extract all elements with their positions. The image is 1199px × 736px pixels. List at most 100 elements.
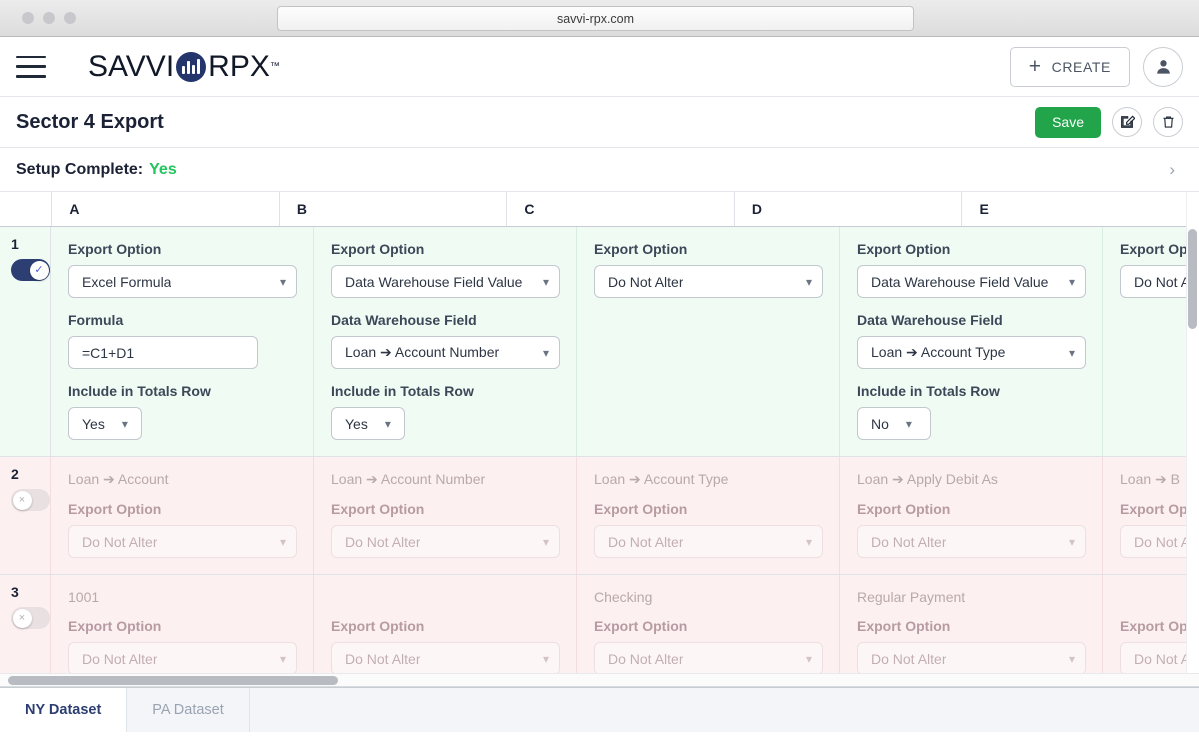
- export-option-label: Export Option: [68, 241, 162, 257]
- vertical-scrollbar-track[interactable]: [1186, 192, 1199, 686]
- account-avatar-button[interactable]: [1143, 46, 1183, 87]
- export-option-value: Do Not Alter: [608, 650, 684, 667]
- logo-text-rpx: RPX: [208, 49, 270, 83]
- export-option-select[interactable]: Data Warehouse Field Value ▾: [331, 265, 560, 298]
- tabs-filler: [250, 688, 1199, 732]
- close-icon: ×: [18, 611, 26, 624]
- row-header-3: 3 ×: [0, 575, 51, 686]
- export-option-select[interactable]: Do Not Alter ▾: [857, 525, 1086, 558]
- logo-trademark: ™: [269, 61, 280, 72]
- maximize-window-button[interactable]: [64, 12, 76, 24]
- address-bar[interactable]: savvi-rpx.com: [277, 6, 914, 31]
- chevron-down-icon: ▾: [542, 651, 549, 666]
- export-option-select[interactable]: Do Not Alter ▾: [68, 642, 297, 675]
- include-in-totals-select[interactable]: Yes ▾: [68, 407, 142, 440]
- chevron-down-icon: ▾: [805, 274, 812, 289]
- grid-cell[interactable]: Export OptionDo Not Alter▾: [314, 575, 577, 686]
- grid-cell[interactable]: Export OptionDo Not Alter▾: [1103, 575, 1199, 686]
- column-header-b[interactable]: B: [280, 192, 508, 226]
- page-title: Sector 4 Export: [16, 110, 164, 133]
- grid-cell[interactable]: Export OptionDo Not Alter▾: [1103, 227, 1199, 456]
- chevron-right-icon[interactable]: ›: [1169, 160, 1183, 180]
- grid-cell[interactable]: Loan ➔ BExport OptionDo Not Alter▾: [1103, 457, 1199, 574]
- include-in-totals-select[interactable]: Yes ▾: [331, 407, 405, 440]
- setup-status-bar: Setup Complete: Yes ›: [0, 148, 1199, 192]
- edit-button[interactable]: [1112, 107, 1142, 137]
- tab-pa-dataset[interactable]: PA Dataset: [127, 688, 250, 732]
- grid-cell[interactable]: Loan ➔ Apply Debit As Export Option Do Not…: [840, 457, 1103, 574]
- grid-cell[interactable]: Export Option Excel Formula ▾ Formula =C1+D1…: [51, 227, 314, 456]
- export-option-select[interactable]: Do Not Alter ▾: [331, 642, 560, 675]
- export-option-select[interactable]: Do Not Alter ▾: [594, 525, 823, 558]
- user-icon: [1156, 60, 1170, 74]
- chevron-down-icon: ▾: [1068, 345, 1075, 360]
- export-option-label: Export Option: [594, 501, 688, 517]
- horizontal-scrollbar-thumb[interactable]: [8, 676, 338, 685]
- tab-ny-dataset[interactable]: NY Dataset: [0, 688, 128, 732]
- export-option-select[interactable]: Excel Formula ▾: [68, 265, 297, 298]
- row-enable-toggle[interactable]: ×: [11, 607, 50, 629]
- app-header: SAVVI RPX ™ + CREATE: [0, 37, 1199, 97]
- plus-icon: +: [1028, 55, 1042, 78]
- header-actions: + CREATE: [1009, 46, 1183, 87]
- secondary-field-label: Data Warehouse Field: [331, 312, 477, 328]
- data-warehouse-field-select[interactable]: Loan ➔ Account Number ▾: [331, 336, 560, 369]
- browser-chrome: savvi-rpx.com: [0, 0, 1199, 37]
- row-number: 3: [11, 584, 19, 600]
- bar-chart-logo-icon: [176, 51, 207, 82]
- export-option-value: Do Not Alter: [82, 650, 158, 667]
- grid-cell[interactable]: Regular Payment Export Option Do Not Alter…: [840, 575, 1103, 686]
- include-in-totals-value: Yes: [345, 415, 368, 432]
- formula-input[interactable]: =C1+D1: [68, 336, 258, 369]
- grid-cell[interactable]: Export OptionDo Not Alter▾: [577, 227, 840, 456]
- close-window-button[interactable]: [22, 12, 34, 24]
- horizontal-scrollbar-track[interactable]: [0, 673, 1199, 686]
- export-option-select[interactable]: Do Not Alter ▾: [594, 642, 823, 675]
- grid-cell[interactable]: Loan ➔ Account Export Option Do Not Alter ▾: [51, 457, 314, 574]
- vertical-scrollbar-thumb[interactable]: [1188, 229, 1197, 329]
- close-icon: ×: [18, 493, 26, 506]
- create-button[interactable]: + CREATE: [1009, 46, 1130, 87]
- export-option-select[interactable]: Do Not Alter ▾: [594, 265, 823, 298]
- cell-preview-value: Checking: [594, 589, 653, 605]
- row-enable-toggle[interactable]: ✓: [11, 259, 50, 281]
- delete-button[interactable]: [1153, 107, 1183, 137]
- column-header-a[interactable]: A: [52, 192, 280, 226]
- export-option-label: Export Option: [857, 618, 951, 634]
- export-option-value: Do Not Alter: [608, 533, 684, 550]
- toggle-knob: ✓: [29, 260, 49, 280]
- minimize-window-button[interactable]: [43, 12, 55, 24]
- cell-preview-value: Loan ➔ Account: [68, 471, 169, 487]
- export-option-label: Export Option: [857, 241, 951, 257]
- column-header-c[interactable]: C: [507, 192, 735, 226]
- export-option-select[interactable]: Do Not Alter ▾: [68, 525, 297, 558]
- page-actions: Save: [1035, 106, 1183, 138]
- window-traffic-lights: [22, 12, 76, 24]
- export-option-value: Do Not Alter: [608, 273, 684, 290]
- savvi-rpx-logo[interactable]: SAVVI RPX ™: [88, 50, 280, 84]
- grid-cell[interactable]: 1001 Export Option Do Not Alter ▾: [51, 575, 314, 686]
- grid-cell[interactable]: Checking Export Option Do Not Alter ▾: [577, 575, 840, 686]
- export-option-label: Export Option: [857, 501, 951, 517]
- grid-cell[interactable]: Export Option Data Warehouse Field Value ▾…: [840, 227, 1103, 456]
- row-enable-toggle[interactable]: ×: [11, 489, 50, 511]
- export-option-select[interactable]: Do Not Alter ▾: [857, 642, 1086, 675]
- grid-cell[interactable]: Loan ➔ Account Type Export Option Do Not A…: [577, 457, 840, 574]
- formula-value: =C1+D1: [82, 344, 135, 361]
- grid-cell[interactable]: Loan ➔ Account Number Export Option Do Not…: [314, 457, 577, 574]
- export-option-select[interactable]: Do Not Alter ▾: [331, 525, 560, 558]
- row-number: 1: [11, 236, 19, 252]
- grid-row: 3 × 1001 Export Option Do Not Alter ▾ Export …: [0, 575, 1199, 686]
- dataset-tabs: NY Dataset PA Dataset: [0, 687, 1199, 732]
- export-option-label: Export Option: [68, 501, 162, 517]
- export-option-select[interactable]: Data Warehouse Field Value ▾: [857, 265, 1086, 298]
- chevron-down-icon: ▾: [279, 651, 286, 666]
- column-header-e[interactable]: E: [962, 192, 1190, 226]
- menu-icon[interactable]: [16, 55, 46, 78]
- column-header-d[interactable]: D: [735, 192, 963, 226]
- data-warehouse-field-select[interactable]: Loan ➔ Account Type ▾: [857, 336, 1086, 369]
- export-option-value: Do Not Alter: [82, 533, 158, 550]
- save-button[interactable]: Save: [1035, 106, 1101, 138]
- grid-cell[interactable]: Export Option Data Warehouse Field Value ▾…: [314, 227, 577, 456]
- include-in-totals-select[interactable]: No ▾: [857, 407, 931, 440]
